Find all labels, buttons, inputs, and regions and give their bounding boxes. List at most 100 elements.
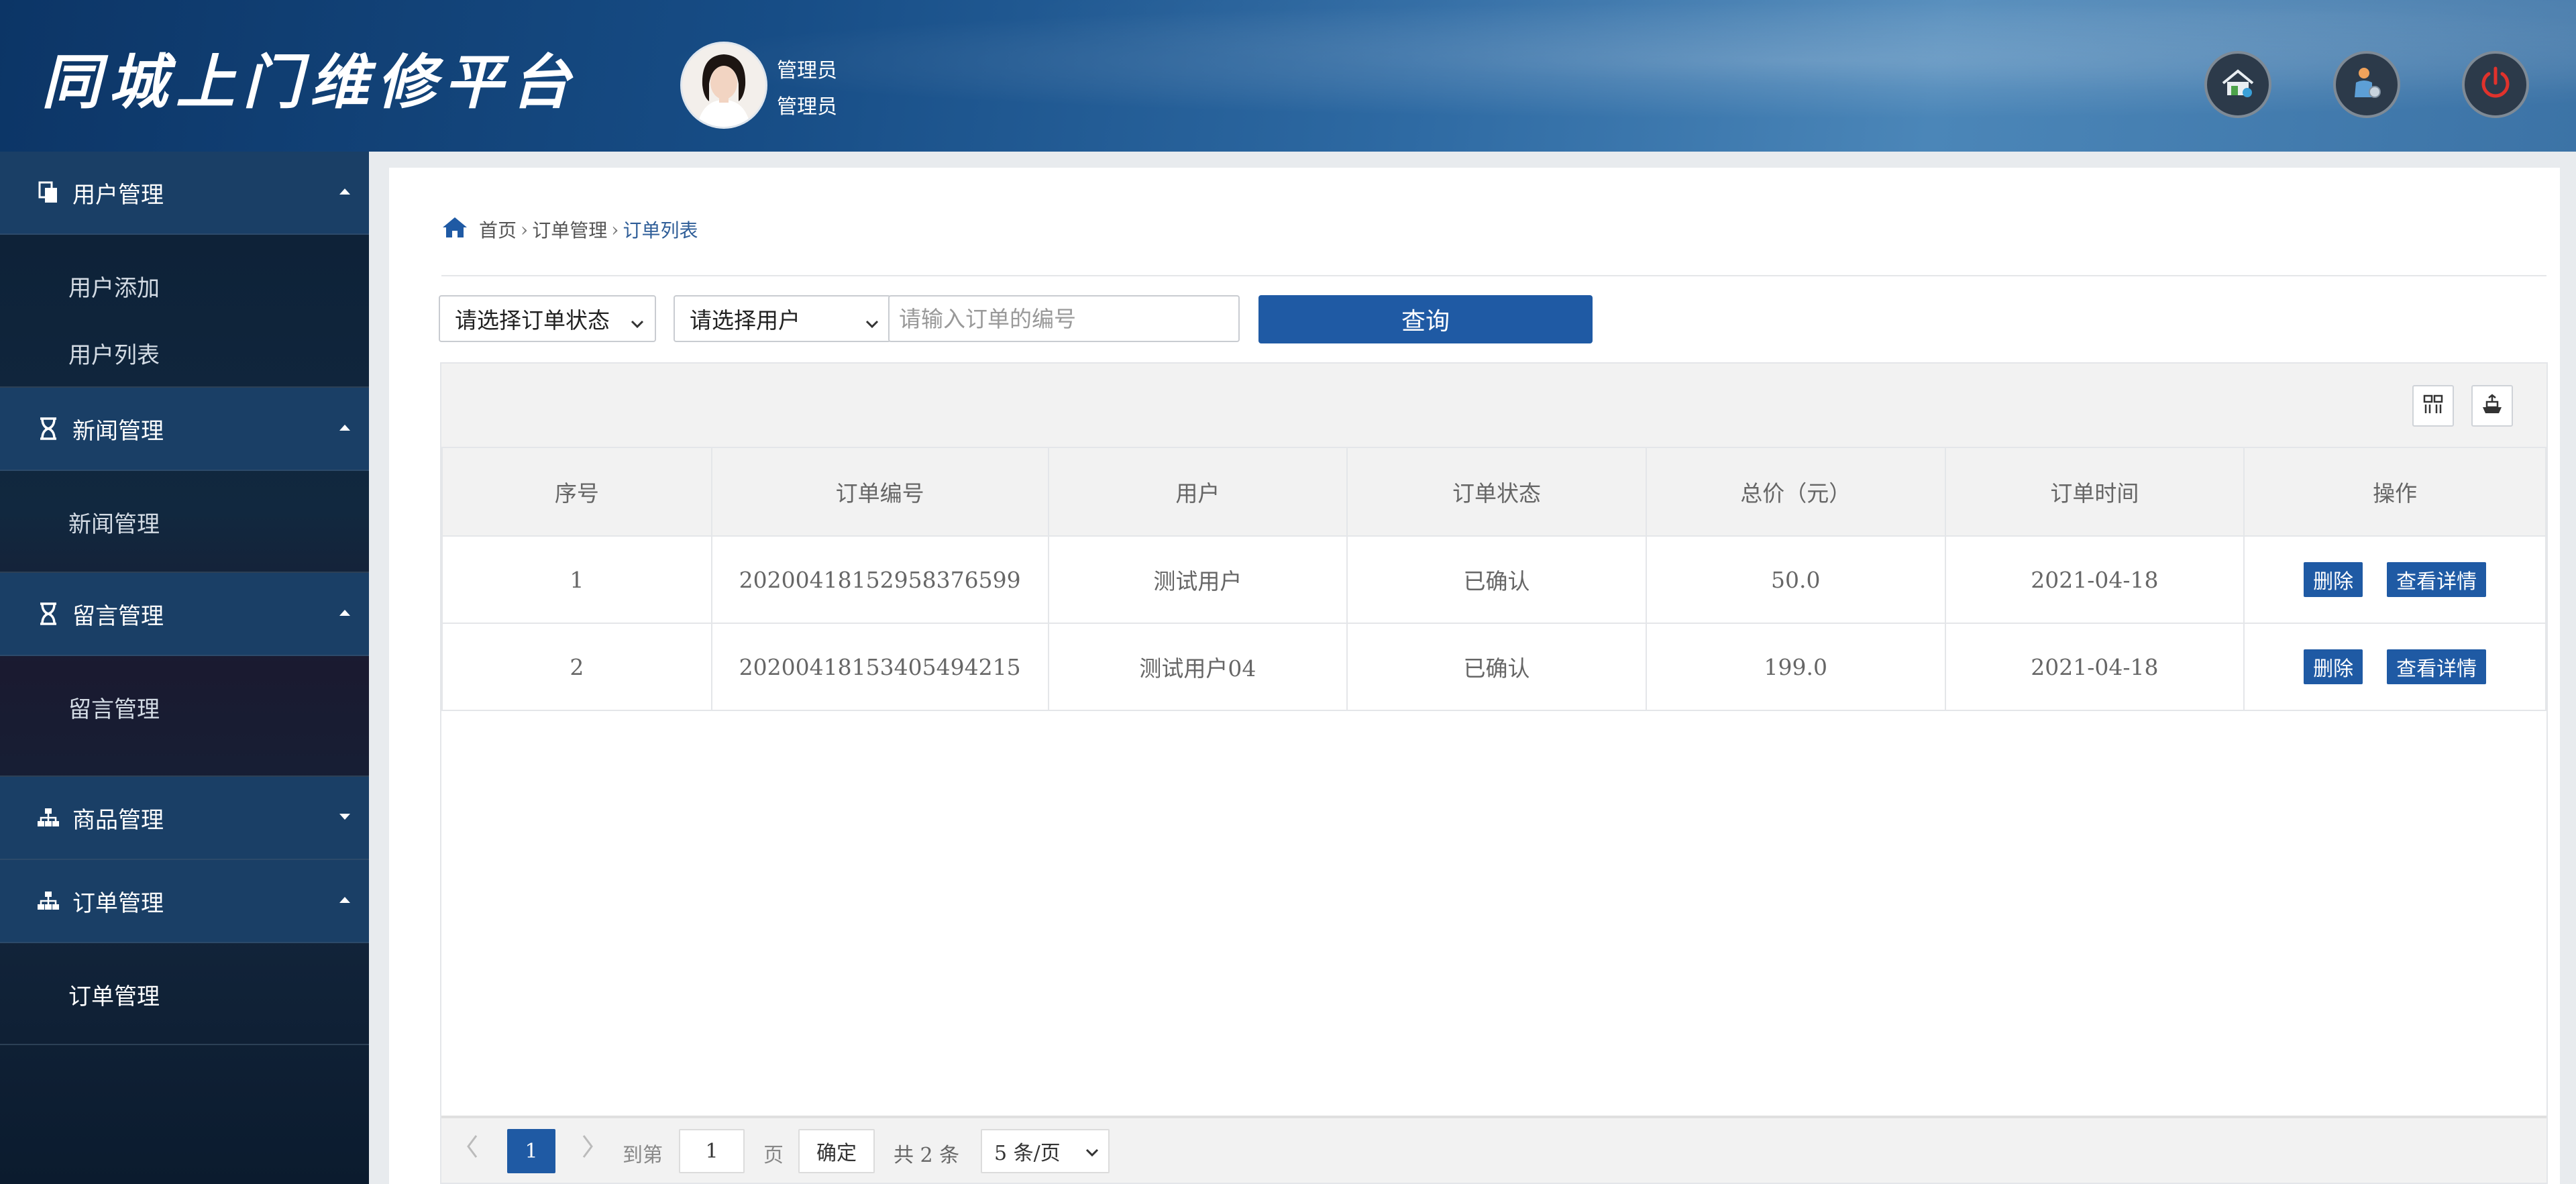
order-status-select[interactable]: 请选择订单状态: [439, 295, 656, 342]
cell-status: 已确认: [1346, 535, 1647, 624]
sidebar-menu-label: 新闻管理: [72, 417, 164, 445]
view-detail-button[interactable]: 查看详情: [2387, 649, 2487, 684]
sidebar-menu-label: 商品管理: [72, 806, 164, 834]
select-value: 请选择订单状态: [455, 307, 610, 333]
content-panel: 首页 › 订单管理 › 订单列表 请选择订单状态 请选择用户 查询: [389, 168, 2560, 1184]
sidebar-menu-label: 用户管理: [72, 181, 164, 209]
sidebar-menu-order[interactable]: 订单管理: [0, 860, 369, 943]
sidebar-item-order[interactable]: 订单管理: [68, 978, 160, 1011]
user-settings-button[interactable]: [2333, 51, 2400, 118]
caret-up-icon: [338, 894, 352, 907]
delete-button[interactable]: 删除: [2304, 562, 2363, 597]
page-current[interactable]: 1: [507, 1129, 555, 1173]
cell-time: 2021-04-18: [1944, 535, 2245, 624]
sidebar-item-news[interactable]: 新闻管理: [68, 506, 160, 539]
column-header[interactable]: 订单编号: [710, 447, 1049, 537]
page-size-value: 5 条/页: [994, 1142, 1061, 1165]
columns-icon: [2422, 394, 2444, 418]
top-header: 同城上门维修平台 管理员 管理员: [0, 0, 2576, 152]
cell-order-no: 20200418152958376599: [710, 535, 1049, 624]
sidebar-item-user-add[interactable]: 用户添加: [68, 270, 160, 303]
caret-down-icon: [338, 811, 352, 824]
hourglass-icon: [35, 415, 62, 442]
main-area: 首页 › 订单管理 › 订单列表 请选择订单状态 请选择用户 查询: [369, 152, 2576, 1184]
cell-user: 测试用户04: [1047, 623, 1348, 711]
pagination: 1 到第 1 页 确定 共 2 条 5 条/页: [441, 1116, 2546, 1183]
user-select[interactable]: 请选择用户: [674, 295, 891, 342]
copy-icon: [35, 179, 62, 206]
column-header[interactable]: 订单时间: [1944, 447, 2245, 537]
sidebar-menu-goods[interactable]: 商品管理: [0, 777, 369, 860]
breadcrumb-order-manage[interactable]: 订单管理: [532, 216, 607, 243]
sidebar-submenu-news: 新闻管理: [0, 471, 369, 573]
sitemap-icon: [35, 887, 62, 914]
order-number-input[interactable]: [888, 295, 1240, 342]
power-icon: [2478, 66, 2513, 103]
sidebar-item-message[interactable]: 留言管理: [68, 691, 160, 724]
export-icon: [2481, 394, 2504, 418]
home-icon: [441, 216, 468, 244]
home-icon: [2220, 68, 2255, 101]
total-count: 共 2 条: [894, 1144, 960, 1167]
goto-confirm-button[interactable]: 确定: [798, 1129, 875, 1173]
caret-up-icon: [338, 186, 352, 199]
cell-user: 测试用户: [1047, 535, 1348, 624]
query-button[interactable]: 查询: [1258, 295, 1593, 343]
sidebar-submenu-order: 订单管理: [0, 943, 369, 1045]
sidebar-submenu-message: 留言管理: [0, 656, 369, 777]
avatar: [680, 42, 767, 129]
table-row[interactable]: 1 20200418152958376599 测试用户 已确认 50.0 202…: [441, 535, 2546, 624]
breadcrumb-order-list: 订单列表: [623, 219, 698, 241]
goto-page-input[interactable]: 1: [679, 1129, 745, 1173]
column-header: 操作: [2243, 447, 2546, 537]
page-size-select[interactable]: 5 条/页: [981, 1129, 1110, 1173]
sidebar-menu-news[interactable]: 新闻管理: [0, 388, 369, 471]
divider: [441, 275, 2546, 276]
cell-total: 50.0: [1645, 535, 1946, 624]
breadcrumb-home[interactable]: 首页: [479, 216, 517, 243]
chevron-down-icon: [629, 311, 645, 337]
cell-index: 1: [441, 535, 712, 624]
view-detail-button[interactable]: 查看详情: [2387, 562, 2487, 597]
table-toolbar: [441, 364, 2546, 448]
chevron-down-icon: [1085, 1148, 1099, 1157]
delete-button[interactable]: 删除: [2304, 649, 2363, 684]
sidebar: 用户管理 用户添加 用户列表 新闻管理 新闻管理 留言管理 留言管理 商品管理: [0, 152, 369, 1184]
caret-up-icon: [338, 607, 352, 620]
user-name: 管理员: [777, 59, 837, 83]
sidebar-item-user-list[interactable]: 用户列表: [68, 337, 160, 370]
cell-total: 199.0: [1645, 623, 1946, 711]
sidebar-menu-user[interactable]: 用户管理: [0, 152, 369, 235]
cell-actions: 删除 查看详情: [2243, 623, 2546, 711]
columns-filter-button[interactable]: [2412, 385, 2454, 427]
select-value: 请选择用户: [690, 307, 800, 333]
breadcrumb: 首页 › 订单管理 › 订单列表: [441, 216, 698, 243]
column-header[interactable]: 订单状态: [1346, 447, 1647, 537]
column-header[interactable]: 总价（元）: [1645, 447, 1946, 537]
chevron-left-icon: [467, 1135, 478, 1158]
cell-actions: 删除 查看详情: [2243, 535, 2546, 624]
chevron-down-icon: [864, 311, 880, 337]
goto-prefix: 到第: [623, 1144, 663, 1167]
export-button[interactable]: [2471, 385, 2513, 427]
column-header[interactable]: 用户: [1047, 447, 1348, 537]
cell-order-no: 20200418153405494215: [710, 623, 1049, 711]
app-title: 同城上门维修平台: [42, 47, 579, 117]
hourglass-icon: [35, 600, 62, 627]
table-row[interactable]: 2 20200418153405494215 测试用户04 已确认 199.0 …: [441, 623, 2546, 711]
home-button[interactable]: [2204, 51, 2271, 118]
goto-suffix: 页: [763, 1144, 784, 1167]
table-header-row: 序号 订单编号 用户 订单状态 总价（元） 订单时间 操作: [441, 447, 2546, 537]
logout-button[interactable]: [2462, 51, 2529, 118]
caret-up-icon: [338, 422, 352, 435]
sidebar-submenu-user: 用户添加 用户列表: [0, 235, 369, 388]
prev-page-button[interactable]: [466, 1133, 479, 1165]
user-settings-icon: [2352, 66, 2381, 103]
chevron-right-icon: ›: [521, 218, 529, 241]
chevron-right-icon: ›: [611, 218, 619, 241]
sidebar-menu-message[interactable]: 留言管理: [0, 573, 369, 656]
next-page-button[interactable]: [581, 1133, 594, 1165]
column-header[interactable]: 序号: [441, 447, 712, 537]
cell-index: 2: [441, 623, 712, 711]
sitemap-icon: [35, 804, 62, 831]
